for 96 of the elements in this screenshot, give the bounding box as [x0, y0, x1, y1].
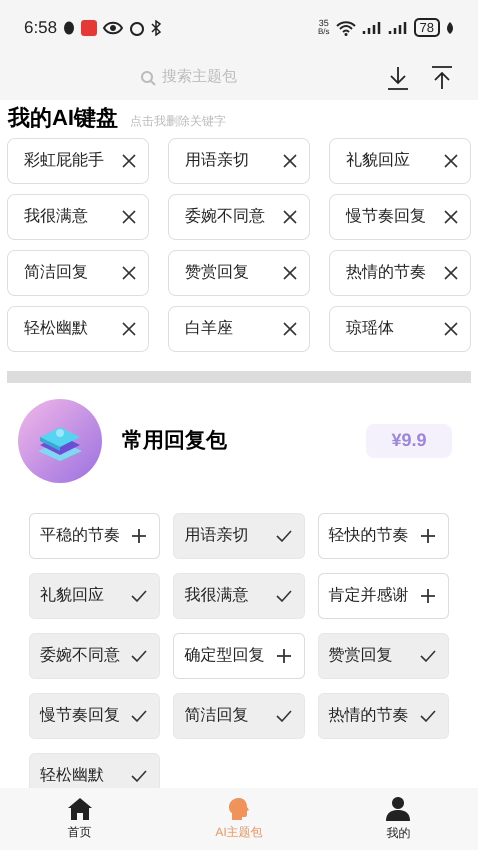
leaf-icon: [446, 22, 454, 34]
check-icon: [420, 708, 436, 722]
house-icon: [66, 797, 93, 821]
phrase-label: 委婉不同意: [40, 646, 120, 666]
tab-bar-item[interactable]: 首页: [0, 788, 160, 850]
bluetooth-icon: [151, 20, 162, 36]
keyword-label: 白羊座: [185, 318, 233, 338]
phrase-label: 慢节奏回复: [40, 706, 120, 726]
close-icon[interactable]: [444, 210, 458, 224]
section-title: 我的AI键盘: [8, 104, 118, 132]
phrase-chip[interactable]: 赞赏回复: [318, 632, 449, 678]
keyword-label: 慢节奏回复: [346, 206, 426, 226]
status-time: 6:58: [24, 16, 58, 39]
section-hint: 点击我删除关键字: [130, 112, 226, 130]
app-icon: [81, 20, 98, 36]
search-field[interactable]: 搜索主题包: [162, 66, 282, 89]
phrase-chip[interactable]: 热情的节奏: [318, 692, 449, 738]
close-icon[interactable]: [283, 154, 297, 168]
close-icon[interactable]: [444, 154, 458, 168]
keyword-chip[interactable]: 礼貌回应: [329, 138, 471, 184]
phrase-label: 热情的节奏: [328, 706, 409, 726]
phrase-chip[interactable]: 委婉不同意: [29, 632, 160, 678]
check-icon: [131, 708, 148, 722]
close-icon[interactable]: [122, 210, 136, 224]
close-icon[interactable]: [122, 154, 136, 168]
check-icon: [131, 768, 148, 782]
phrase-chip[interactable]: 轻松幽默: [29, 752, 160, 788]
signal-icon: [362, 20, 382, 34]
phrase-label: 赞赏回复: [328, 646, 393, 666]
person-icon: [385, 796, 412, 822]
close-icon[interactable]: [283, 210, 297, 224]
close-icon[interactable]: [122, 322, 136, 336]
head-icon: [226, 797, 251, 821]
check-icon: [276, 528, 292, 542]
phrase-chip[interactable]: 平稳的节奏: [29, 512, 160, 558]
phrase-label: 确定型回复: [184, 646, 264, 666]
close-icon[interactable]: [444, 266, 458, 280]
phrase-chip[interactable]: 轻快的节奏: [318, 512, 449, 558]
keyword-chip[interactable]: 用语亲切: [168, 138, 310, 184]
keyword-chip[interactable]: 慢节奏回复: [329, 194, 471, 240]
close-icon[interactable]: [283, 322, 297, 336]
keyword-label: 礼貌回应: [346, 150, 410, 170]
phrase-chip[interactable]: 肯定并感谢: [318, 572, 449, 618]
wifi-icon: [336, 20, 356, 36]
phrase-label: 轻松幽默: [40, 766, 104, 786]
close-icon[interactable]: [444, 322, 458, 336]
close-icon[interactable]: [122, 266, 136, 280]
keyword-label: 轻松幽默: [24, 318, 88, 338]
check-icon: [420, 648, 436, 662]
keyword-chip[interactable]: 赞赏回复: [168, 250, 310, 296]
keyword-label: 委婉不同意: [185, 206, 265, 226]
check-icon: [131, 648, 148, 662]
phrase-label: 肯定并感谢: [328, 586, 409, 606]
search-icon: [140, 70, 156, 86]
keyword-chip[interactable]: 彩虹屁能手: [7, 138, 149, 184]
eye-icon: [103, 20, 124, 34]
pack-title: 常用回复包: [122, 428, 227, 454]
check-icon: [276, 588, 292, 602]
keyword-label: 用语亲切: [185, 150, 249, 170]
plus-icon: [420, 528, 436, 544]
keyword-label: 我很满意: [24, 206, 88, 226]
keyword-label: 简洁回复: [24, 262, 88, 282]
phrase-label: 平稳的节奏: [40, 526, 120, 546]
check-icon: [276, 708, 292, 722]
keyword-label: 热情的节奏: [346, 262, 426, 282]
phrase-label: 简洁回复: [184, 706, 248, 726]
close-icon[interactable]: [283, 266, 297, 280]
plus-icon: [420, 588, 436, 604]
keyword-chip[interactable]: 委婉不同意: [168, 194, 310, 240]
phrase-chip[interactable]: 简洁回复: [173, 692, 305, 738]
keyword-chip[interactable]: 白羊座: [168, 306, 310, 352]
phrase-label: 我很满意: [184, 586, 248, 606]
check-icon: [131, 588, 148, 602]
phrase-label: 用语亲切: [184, 526, 248, 546]
keyword-chip[interactable]: 我很满意: [7, 194, 149, 240]
keyword-label: 赞赏回复: [185, 262, 249, 282]
phrase-chip[interactable]: 用语亲切: [173, 512, 305, 558]
phrase-chip[interactable]: 慢节奏回复: [29, 692, 160, 738]
keyword-label: 彩虹屁能手: [24, 150, 104, 170]
keyword-chip[interactable]: 琼瑶体: [329, 306, 471, 352]
signal-icon: [388, 20, 408, 34]
phrase-label: 礼貌回应: [40, 586, 104, 606]
phrase-chip[interactable]: 我很满意: [173, 572, 305, 618]
keyword-label: 琼瑶体: [346, 318, 394, 338]
net-speed-value: 35: [318, 19, 329, 28]
plus-icon: [131, 528, 148, 544]
phrase-label: 轻快的节奏: [328, 526, 409, 546]
phrase-chip[interactable]: 确定型回复: [173, 632, 305, 678]
battery-level: 78: [414, 18, 440, 37]
keyword-chip[interactable]: 简洁回复: [7, 250, 149, 296]
net-speed-unit: B/s: [318, 28, 330, 36]
keyword-chip[interactable]: 轻松幽默: [7, 306, 149, 352]
tab-bar-item[interactable]: 我的: [318, 788, 478, 850]
keyword-chip[interactable]: 热情的节奏: [329, 250, 471, 296]
plus-icon: [276, 648, 292, 664]
phrase-chip[interactable]: 礼貌回应: [29, 572, 160, 618]
